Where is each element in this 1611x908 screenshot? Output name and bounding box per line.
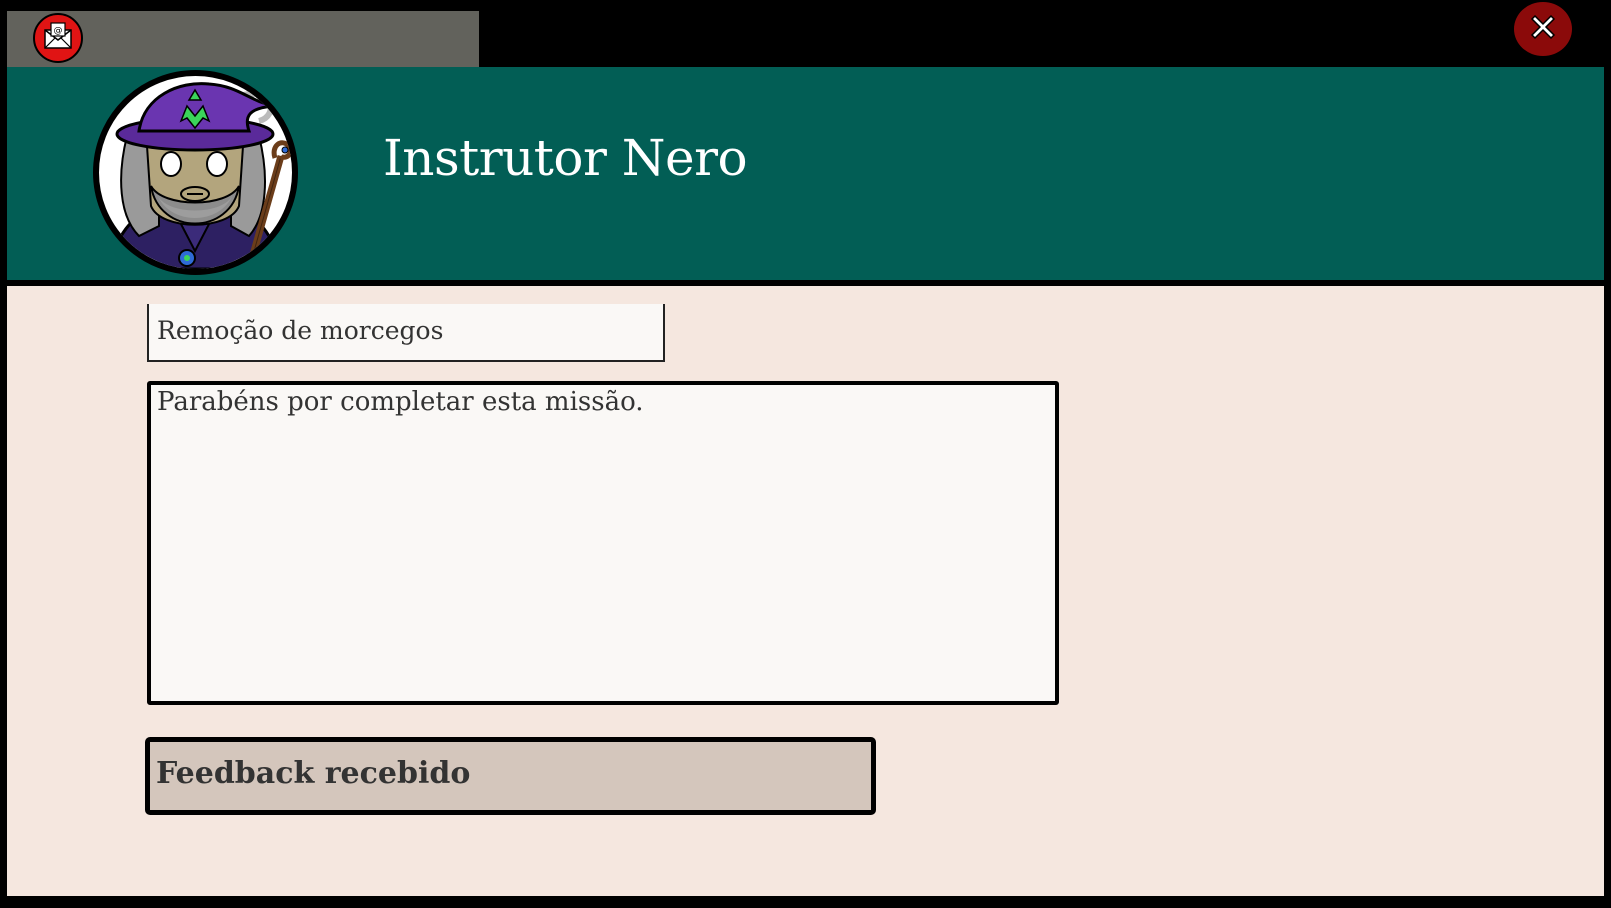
message-header: Instrutor Nero: [7, 67, 1604, 283]
close-button[interactable]: [1512, 0, 1574, 58]
sender-avatar: [93, 70, 298, 275]
envelope-icon: @: [43, 22, 73, 54]
svg-text:@: @: [54, 26, 63, 36]
sender-name: Instrutor Nero: [383, 129, 748, 187]
mail-button[interactable]: @: [33, 13, 83, 63]
feedback-button[interactable]: Feedback recebido: [145, 737, 876, 815]
message-body-panel: Remoção de morcegos Parabéns por complet…: [7, 286, 1604, 896]
subject-field: Remoção de morcegos: [147, 304, 665, 362]
close-icon: [1525, 9, 1561, 49]
message-body: Parabéns por completar esta missão.: [147, 381, 1059, 705]
wizard-avatar-icon: [107, 82, 292, 269]
